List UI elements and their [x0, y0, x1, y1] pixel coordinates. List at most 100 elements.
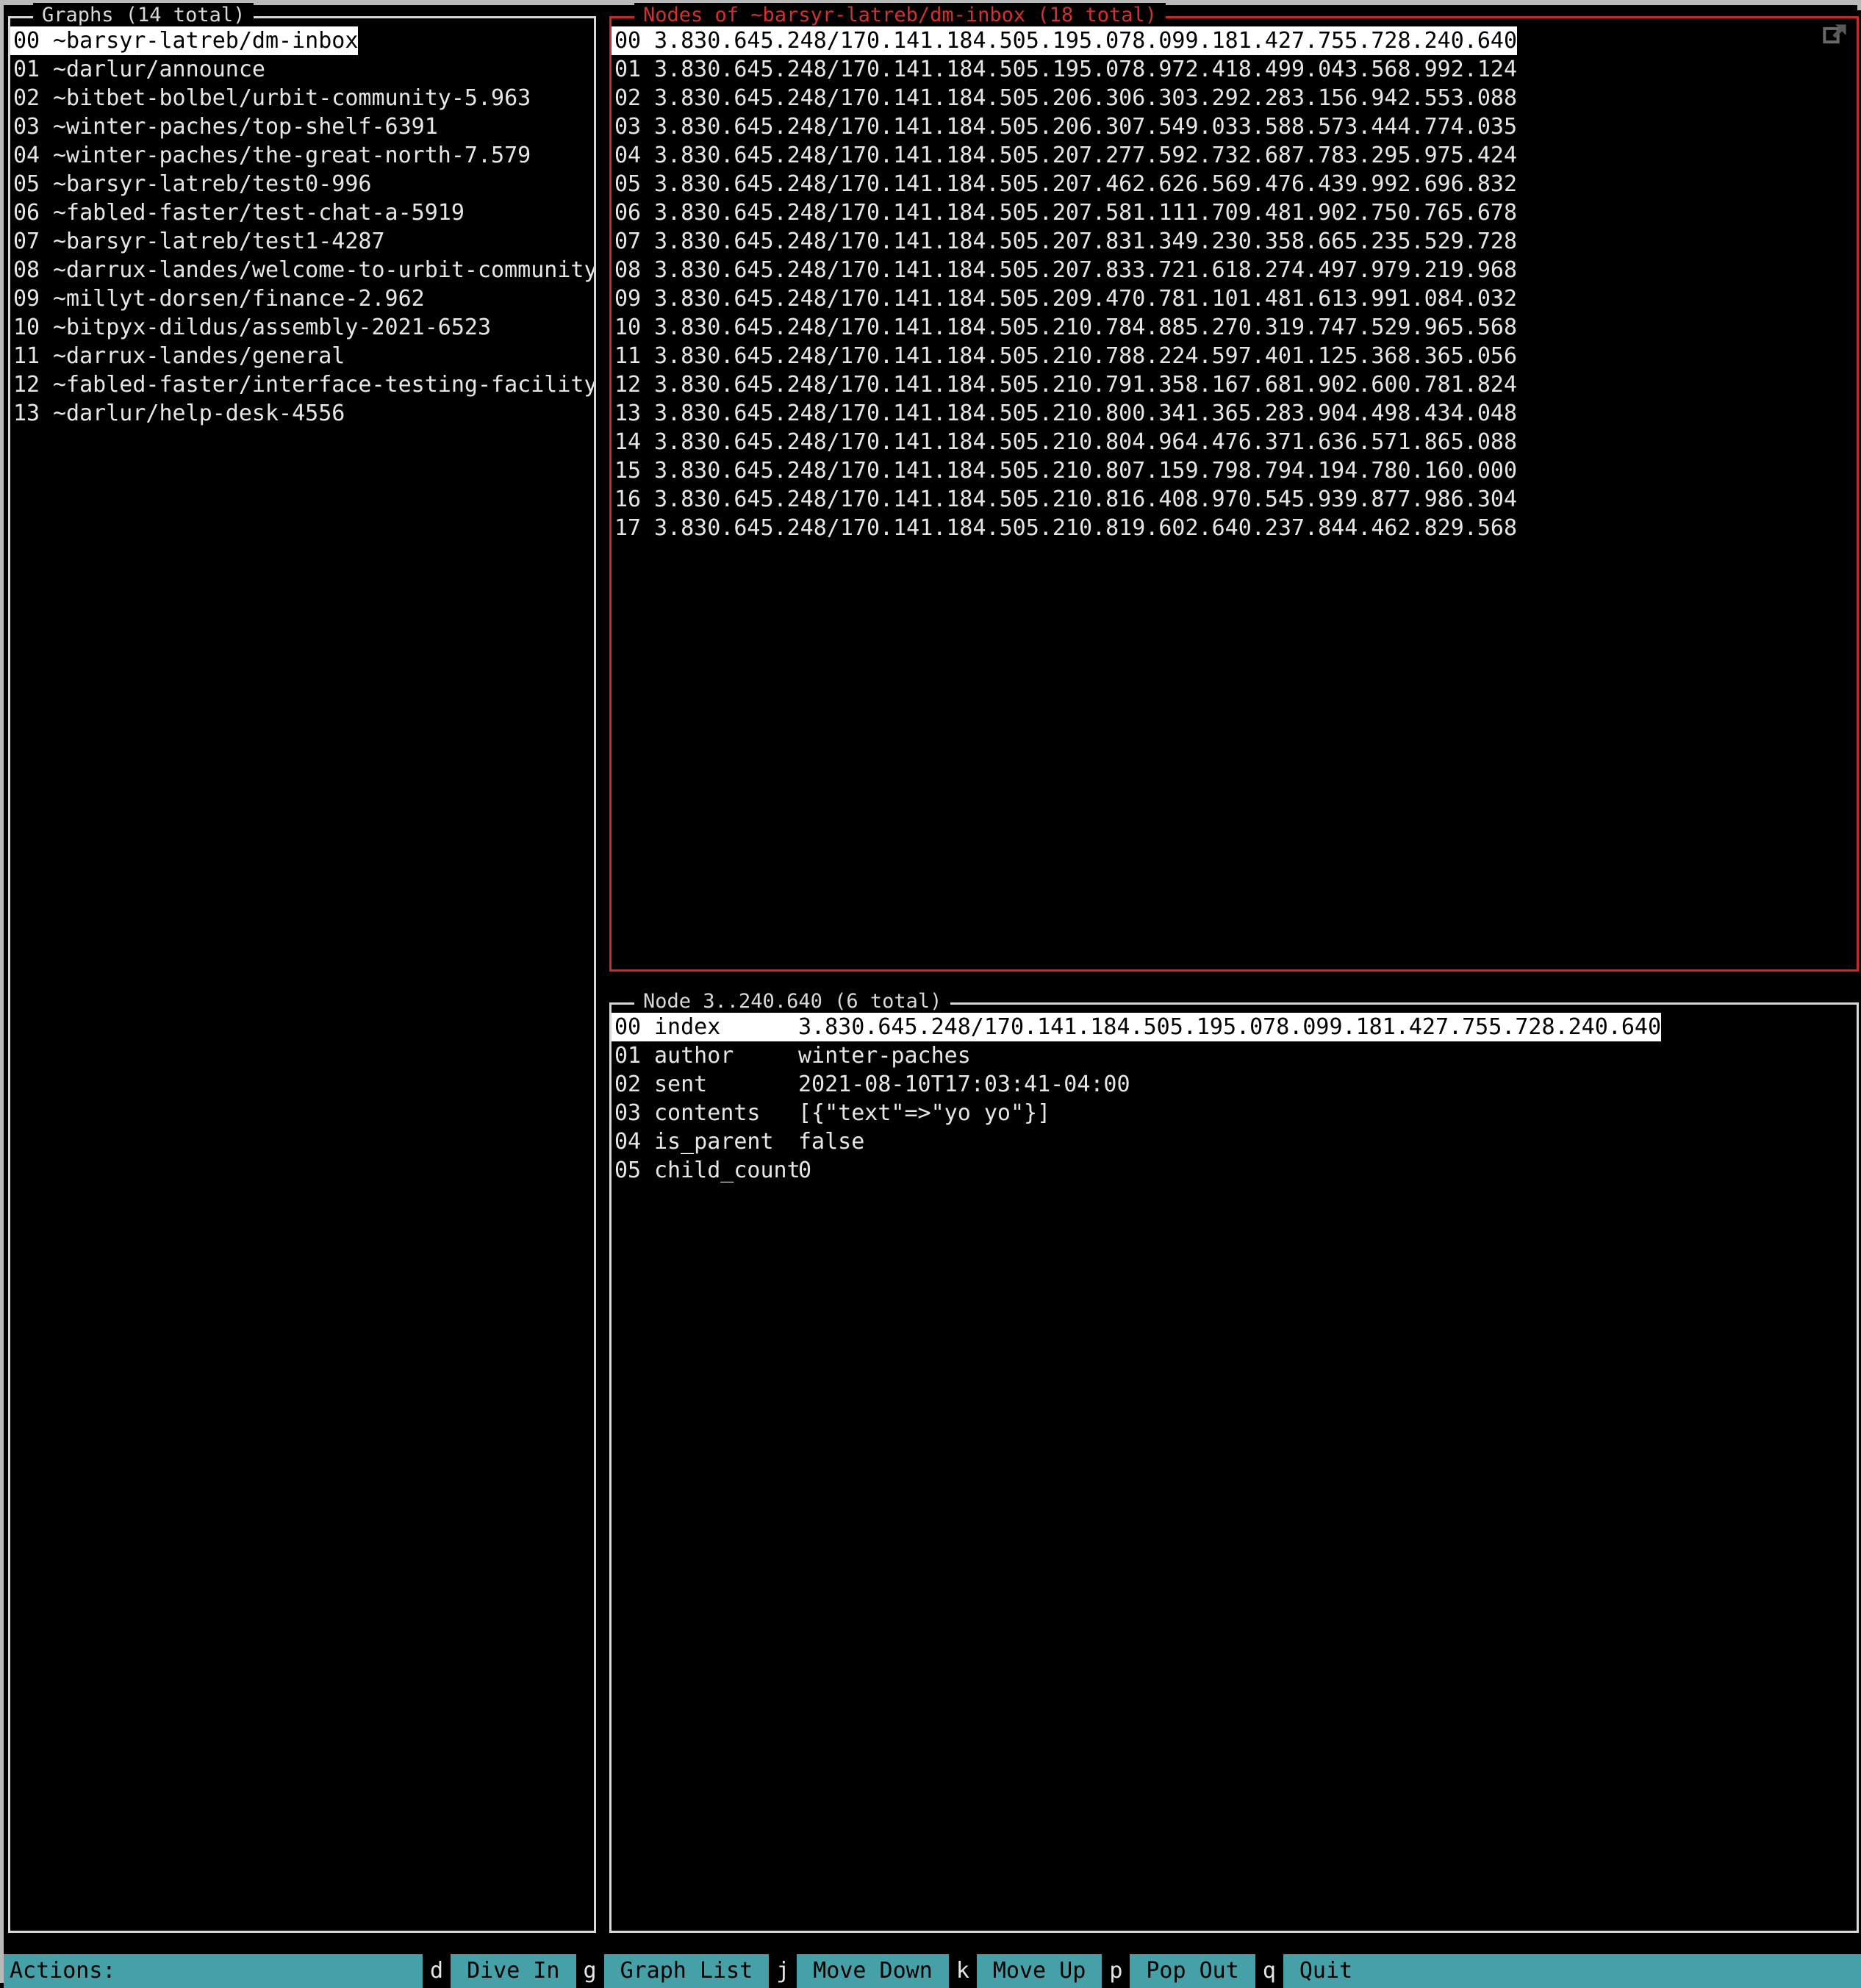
node-list-item[interactable]: 04 3.830.645.248/170.141.184.505.207.277.… [612, 141, 1857, 170]
graph-list-item[interactable]: 05 ~barsyr-latreb/test0-996 [10, 170, 594, 198]
node-list-item-label: 3.830.645.248/170.141.184.505.210.784.88… [654, 315, 1517, 340]
node-list-item[interactable]: 03 3.830.645.248/170.141.184.505.206.307.… [612, 112, 1857, 141]
graph-list-item-index: 08 [13, 257, 40, 283]
graph-list-item-index: 00 [10, 26, 53, 55]
graph-list-item-label: ~barsyr-latreb/test1-4287 [53, 229, 385, 254]
node-detail-panel-title: Node 3..240.640 (6 total) [634, 989, 951, 1014]
graph-list-item-label: ~winter-paches/the-great-north-7.579 [53, 143, 531, 168]
node-field-row[interactable]: 00 index 3.830.645.248/170.141.184.505.195… [612, 1013, 1661, 1041]
node-list-item[interactable]: 00 3.830.645.248/170.141.184.505.195.078.… [612, 26, 1517, 55]
node-list-item[interactable]: 06 3.830.645.248/170.141.184.505.207.581.… [612, 198, 1857, 227]
node-field-index: 02 [614, 1072, 642, 1097]
external-link-icon[interactable] [1819, 19, 1851, 51]
action-key-p[interactable]: p [1102, 1954, 1130, 1988]
node-field-value: 0 [798, 1158, 812, 1183]
action-button-dive-in[interactable]: Dive In [451, 1954, 576, 1988]
node-field-index: 05 [614, 1158, 642, 1183]
node-detail-list[interactable]: 00 index 3.830.645.248/170.141.184.505.195… [612, 1013, 1857, 1931]
action-key-d[interactable]: d [423, 1954, 451, 1988]
node-list-item-label: 3.830.645.248/170.141.184.505.210.804.96… [654, 429, 1517, 455]
node-field-value: [{"text"=>"yo yo"}] [798, 1100, 1051, 1126]
graph-list-item[interactable]: 06 ~fabled-faster/test-chat-a-5919 [10, 198, 594, 227]
node-list-item-index: 08 [614, 257, 642, 283]
node-list-item[interactable]: 10 3.830.645.248/170.141.184.505.210.784.… [612, 313, 1857, 342]
actions-bar-filler [1369, 1954, 1861, 1988]
graph-list-item[interactable]: 03 ~winter-paches/top-shelf-6391 [10, 112, 594, 141]
action-button-quit[interactable]: Quit [1283, 1954, 1369, 1988]
node-list-item-label: 3.830.645.248/170.141.184.505.210.816.40… [654, 487, 1517, 512]
graph-list-item[interactable]: 09 ~millyt-dorsen/finance-2.962 [10, 284, 594, 313]
node-field-row[interactable]: 04 is_parent false [612, 1127, 1857, 1156]
node-list-item-index: 14 [614, 429, 642, 455]
node-list-item-label: 3.830.645.248/170.141.184.505.210.788.22… [654, 343, 1517, 369]
nodes-list[interactable]: 00 3.830.645.248/170.141.184.505.195.078.… [612, 26, 1857, 969]
action-key-j[interactable]: j [769, 1954, 797, 1988]
node-list-item-index: 02 [614, 85, 642, 111]
node-field-key: index [654, 1014, 721, 1040]
node-list-item[interactable]: 16 3.830.645.248/170.141.184.505.210.816.… [612, 485, 1857, 514]
node-list-item-index: 12 [614, 372, 642, 398]
graph-list-item-label: ~millyt-dorsen/finance-2.962 [53, 286, 425, 312]
node-list-item-label: 3.830.645.248/170.141.184.505.207.277.59… [654, 143, 1517, 168]
node-list-item-label: 3.830.645.248/170.141.184.505.206.307.54… [654, 114, 1517, 140]
node-list-item-label: 3.830.645.248/170.141.184.505.195.078.09… [654, 26, 1517, 55]
graph-list-item-label: ~darrux-landes/general [53, 343, 345, 369]
node-list-item[interactable]: 07 3.830.645.248/170.141.184.505.207.831.… [612, 227, 1857, 256]
node-field-row[interactable]: 01 author winter-paches [612, 1041, 1857, 1070]
graph-list-item[interactable]: 10 ~bitpyx-dildus/assembly-2021-6523 [10, 313, 594, 342]
node-list-item-index: 04 [614, 143, 642, 168]
graph-list-item-label: ~fabled-faster/interface-testing-facilit… [53, 372, 594, 398]
action-button-move-up[interactable]: Move Up [976, 1954, 1102, 1988]
actions-bar: Actions: d Dive In g Graph List j Move Down k M… [4, 1954, 1861, 1988]
node-list-item[interactable]: 14 3.830.645.248/170.141.184.505.210.804.… [612, 428, 1857, 456]
node-list-item-label: 3.830.645.248/170.141.184.505.207.831.34… [654, 229, 1517, 254]
node-list-item-index: 05 [614, 171, 642, 197]
node-field-row[interactable]: 05 child_count 0 [612, 1156, 1857, 1185]
graph-list-item[interactable]: 02 ~bitbet-bolbel/urbit-community-5.963 [10, 84, 594, 112]
action-button-pop-out[interactable]: Pop Out [1130, 1954, 1255, 1988]
node-list-item[interactable]: 17 3.830.645.248/170.141.184.505.210.819.… [612, 514, 1857, 542]
graph-list-item[interactable]: 00 ~barsyr-latreb/dm-inbox [10, 26, 359, 55]
graph-list-item-index: 02 [13, 85, 40, 111]
graphs-list[interactable]: 00 ~barsyr-latreb/dm-inbox 01 ~darlur/annou… [10, 26, 594, 1931]
action-key-g[interactable]: g [575, 1954, 604, 1988]
node-list-item[interactable]: 08 3.830.645.248/170.141.184.505.207.833.… [612, 256, 1857, 284]
graph-list-item-index: 12 [13, 372, 40, 398]
node-field-key: contents [654, 1100, 761, 1126]
node-field-index: 04 [614, 1129, 642, 1155]
node-list-item[interactable]: 12 3.830.645.248/170.141.184.505.210.791.… [612, 370, 1857, 399]
graph-list-item[interactable]: 04 ~winter-paches/the-great-north-7.579 [10, 141, 594, 170]
action-key-k[interactable]: k [948, 1954, 977, 1988]
action-button-graph-list[interactable]: Graph List [603, 1954, 770, 1988]
node-field-row[interactable]: 03 contents [{"text"=>"yo yo"}] [612, 1099, 1857, 1127]
node-list-item[interactable]: 09 3.830.645.248/170.141.184.505.209.470.… [612, 284, 1857, 313]
action-button-move-down[interactable]: Move Down [797, 1954, 949, 1988]
action-key-q[interactable]: q [1255, 1954, 1283, 1988]
node-list-item[interactable]: 01 3.830.645.248/170.141.184.505.195.078.… [612, 55, 1857, 84]
graph-list-item-index: 01 [13, 57, 40, 82]
node-list-item-index: 01 [614, 57, 642, 82]
node-field-row[interactable]: 02 sent 2021-08-10T17:03:41-04:00 [612, 1070, 1857, 1099]
node-list-item[interactable]: 13 3.830.645.248/170.141.184.505.210.800.… [612, 399, 1857, 428]
graph-list-item-label: ~winter-paches/top-shelf-6391 [53, 114, 438, 140]
node-list-item[interactable]: 02 3.830.645.248/170.141.184.505.206.306.… [612, 84, 1857, 112]
graph-list-item[interactable]: 12 ~fabled-faster/interface-testing-facil… [10, 370, 594, 399]
graph-list-item[interactable]: 01 ~darlur/announce [10, 55, 594, 84]
graph-list-item-index: 04 [13, 143, 40, 168]
graph-list-item[interactable]: 11 ~darrux-landes/general [10, 342, 594, 370]
graph-list-item-label: ~darlur/announce [53, 57, 265, 82]
graph-list-item[interactable]: 07 ~barsyr-latreb/test1-4287 [10, 227, 594, 256]
graph-list-item[interactable]: 08 ~darrux-landes/welcome-to-urbit-commun… [10, 256, 594, 284]
node-list-item-index: 10 [614, 315, 642, 340]
node-list-item-label: 3.830.645.248/170.141.184.505.207.833.72… [654, 257, 1517, 283]
node-list-item[interactable]: 11 3.830.645.248/170.141.184.505.210.788.… [612, 342, 1857, 370]
node-list-item[interactable]: 15 3.830.645.248/170.141.184.505.210.807.… [612, 456, 1857, 485]
graph-list-item-index: 06 [13, 200, 40, 226]
graph-list-item[interactable]: 13 ~darlur/help-desk-4556 [10, 399, 594, 428]
graph-list-item-index: 05 [13, 171, 40, 197]
terminal-screen: Graphs (14 total) 00 ~barsyr-latreb/dm-in… [4, 3, 1861, 1988]
actions-items: d Dive In g Graph List j Move Down k Move Up p Po… [423, 1954, 1369, 1988]
node-detail-panel: Node 3..240.640 (6 total) 00 index 3.830.6… [609, 989, 1859, 1933]
terminal-window: Graphs (14 total) 00 ~barsyr-latreb/dm-in… [0, 0, 1861, 1988]
node-list-item[interactable]: 05 3.830.645.248/170.141.184.505.207.462.… [612, 170, 1857, 198]
